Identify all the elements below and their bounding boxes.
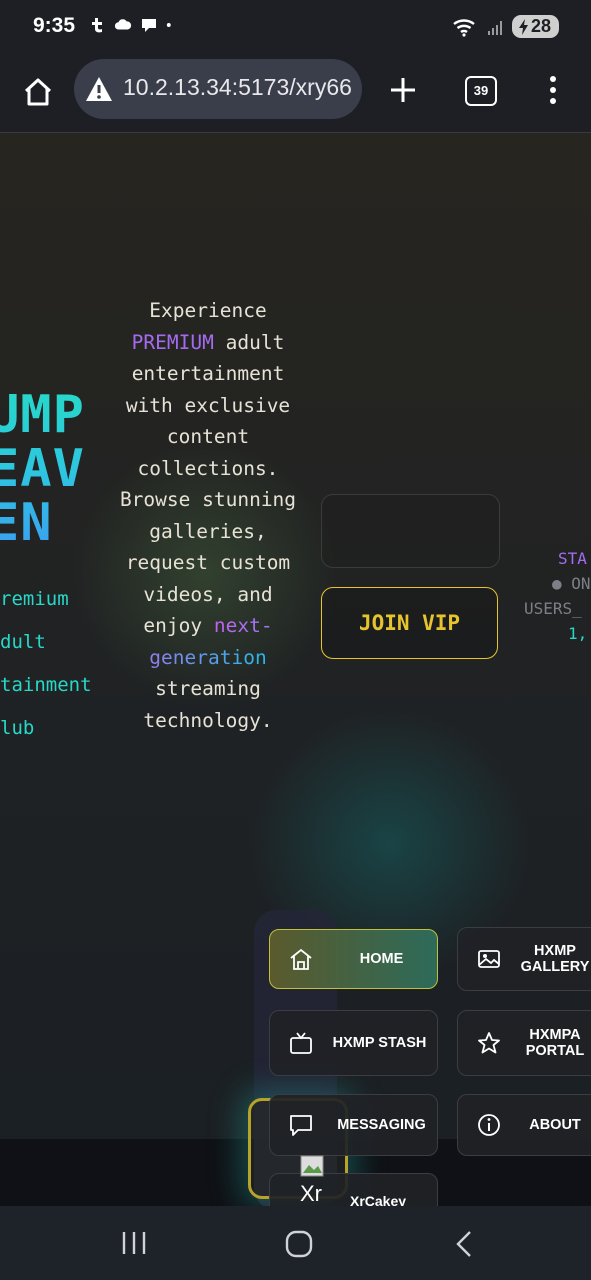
nav-gallery[interactable]: HXMP GALLERY xyxy=(457,927,591,991)
nav-portal[interactable]: HXMPA PORTAL xyxy=(457,1010,591,1076)
browser-toolbar: 10.2.13.34:5173/xry66 39 xyxy=(0,56,591,133)
info-icon xyxy=(478,1114,500,1136)
star-icon xyxy=(478,1032,500,1054)
dot-icon xyxy=(166,23,171,27)
tv-icon xyxy=(290,1032,312,1054)
battery-indicator: 28 xyxy=(511,15,559,38)
wifi-icon xyxy=(453,18,475,37)
warning-icon[interactable] xyxy=(84,75,114,103)
new-tab-icon[interactable] xyxy=(385,72,421,108)
chat-icon xyxy=(290,1115,312,1136)
nav-home[interactable]: HOME xyxy=(269,929,438,989)
address-bar[interactable]: 10.2.13.34:5173/xry66 xyxy=(74,59,362,119)
tumblr-icon xyxy=(92,18,102,33)
back-icon[interactable] xyxy=(452,1230,476,1258)
clock: 9:35 xyxy=(33,14,76,37)
nav-stash[interactable]: HXMP STASH xyxy=(269,1010,438,1076)
url-text[interactable]: 10.2.13.34:5173/xry66 xyxy=(123,74,352,101)
broken-image-icon xyxy=(300,1155,324,1177)
nav-about[interactable]: ABOUT xyxy=(457,1094,591,1156)
brand-tagline: remium dult tainment lub xyxy=(0,588,92,739)
page-viewport: UMP EAV EN remium dult tainment lub Expe… xyxy=(0,133,591,1206)
tab-switcher-button[interactable]: 39 xyxy=(465,76,497,106)
brand-title: UMP EAV EN xyxy=(0,388,85,550)
join-vip-button[interactable]: JOIN VIP xyxy=(321,587,498,659)
charging-icon xyxy=(518,18,528,35)
signal-icon xyxy=(487,20,502,35)
system-nav-bar xyxy=(0,1206,591,1280)
nav-messaging[interactable]: MESSAGING xyxy=(269,1094,438,1156)
image-icon xyxy=(478,950,500,968)
home-icon xyxy=(290,948,312,970)
more-menu-icon[interactable] xyxy=(546,74,560,106)
recent-apps-icon[interactable] xyxy=(120,1230,148,1256)
stats-panel: STA ● ON USERS_ 1, xyxy=(524,549,591,643)
home-nav-icon[interactable] xyxy=(284,1230,314,1258)
xrcakey-label: XrCakey xyxy=(350,1193,407,1206)
hero-description: Experience PREMIUM adult entertainment w… xyxy=(119,299,297,732)
empty-button[interactable] xyxy=(321,494,500,568)
status-bar: 9:35 28 xyxy=(0,0,591,56)
chat-bubble-icon xyxy=(142,19,156,32)
cloud-icon xyxy=(114,19,132,30)
home-icon[interactable] xyxy=(18,72,58,112)
broken-image: Xr xyxy=(300,1155,328,1206)
